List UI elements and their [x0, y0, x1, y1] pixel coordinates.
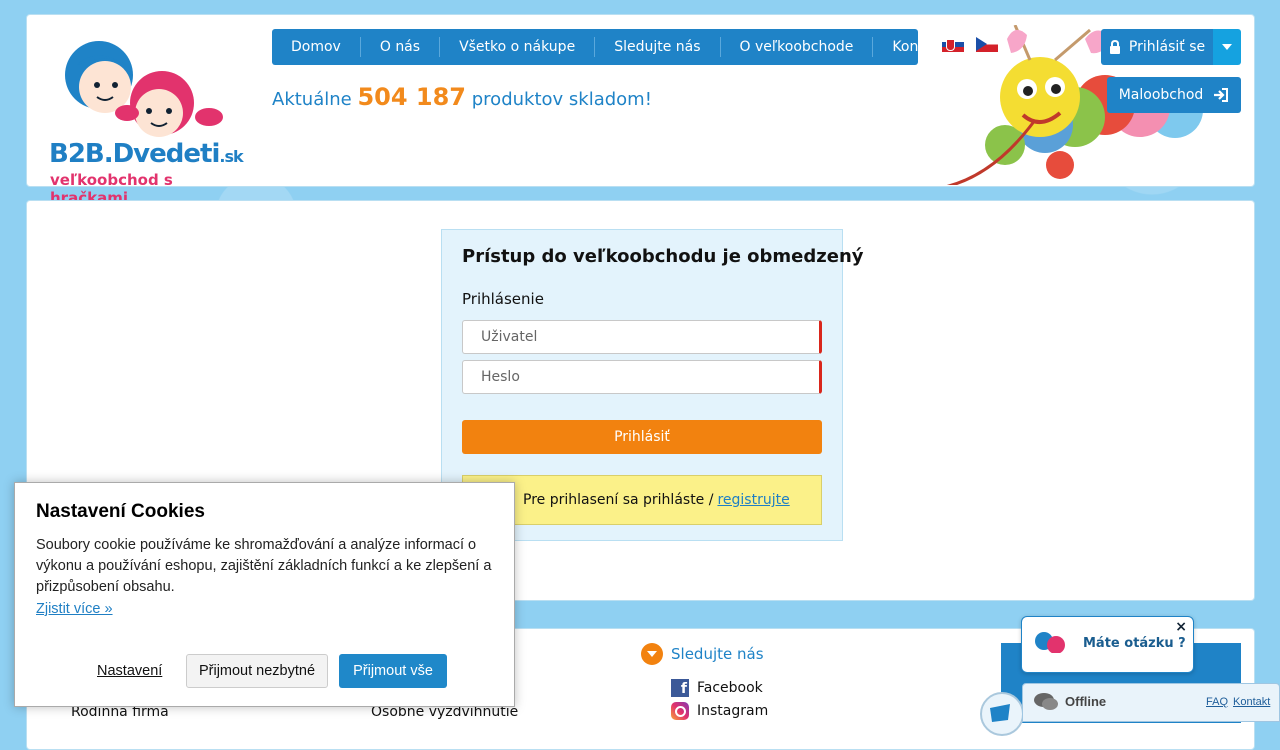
chevron-down-icon: [641, 643, 663, 665]
login-subtitle: Prihlásenie: [462, 290, 544, 308]
notice-text: Pre prihlasení sa prihláste /: [523, 492, 714, 508]
instagram-label: Instagram: [697, 703, 769, 719]
password-input[interactable]: [462, 360, 822, 394]
nav-item-sledujte-nas[interactable]: Sledujte nás: [595, 37, 721, 57]
caret-down-icon: [1222, 44, 1232, 50]
facebook-icon: f: [671, 679, 689, 697]
cookie-text: Soubory cookie používáme ke shromažďován…: [36, 537, 492, 595]
cookie-accept-necessary-button[interactable]: Přijmout nezbytné: [186, 654, 328, 688]
chat-bubbles-icon: [1034, 693, 1058, 710]
retail-button-label: Maloobchod: [1118, 87, 1204, 103]
chat-prompt-bubble[interactable]: Máte otázku ? ×: [1021, 616, 1194, 673]
site-logo[interactable]: B2B.Dvedeti.sk veľkoobchod s hračkami: [37, 25, 247, 207]
facebook-label: Facebook: [697, 680, 763, 696]
username-input[interactable]: [462, 320, 822, 354]
instagram-link[interactable]: Instagram: [671, 702, 768, 720]
registration-notice: Pre prihlasení sa prihláste / registrujt…: [462, 475, 822, 525]
main-nav: Domov O nás Všetko o nákupe Sledujte nás…: [272, 29, 954, 65]
stock-counter: Aktuálne 504 187 produktov skladom!: [272, 83, 652, 111]
lock-icon: [1109, 40, 1120, 54]
cookie-title: Nastavení Cookies: [36, 501, 205, 522]
stock-suffix: produktov skladom!: [471, 89, 652, 110]
chat-faq-link[interactable]: FAQ: [1206, 696, 1228, 708]
cookie-settings-link[interactable]: Nastavení: [97, 663, 162, 679]
logo-wordmark: B2B.Dvedeti.sk: [49, 139, 244, 169]
chat-logo-icon: [1030, 632, 1074, 662]
chat-status-bar[interactable]: Offline FAQ Kontakt: [1022, 683, 1280, 722]
cookie-more-link[interactable]: Zjistit více »: [36, 601, 113, 617]
chat-status: Offline: [1065, 694, 1107, 709]
login-button[interactable]: Prihlásiť se: [1101, 29, 1213, 65]
stock-count: 504 187: [357, 83, 467, 111]
mail-icon[interactable]: [980, 692, 1024, 736]
nav-item-vsetko-o-nakupe[interactable]: Všetko o nákupe: [440, 37, 596, 57]
instagram-icon: [671, 702, 689, 720]
retail-button[interactable]: Maloobchod: [1107, 77, 1241, 113]
nav-item-o-velkoobchode[interactable]: O veľkoobchode: [721, 37, 874, 57]
register-link[interactable]: registrujte: [717, 492, 789, 508]
kids-logo-icon: [65, 41, 223, 137]
nav-item-o-nas[interactable]: O nás: [361, 37, 441, 57]
stock-prefix: Aktuálne: [272, 89, 352, 110]
footer-follow-title: Sledujte nás: [671, 645, 764, 663]
login-button-group: Prihlásiť se: [1101, 29, 1241, 65]
login-title: Prístup do veľkoobchodu je obmedzený: [462, 246, 864, 267]
cookie-accept-all-button[interactable]: Přijmout vše: [339, 654, 447, 688]
login-button-label: Prihlásiť se: [1128, 39, 1206, 55]
chat-contact-link[interactable]: Kontakt: [1233, 696, 1270, 708]
login-submit-button[interactable]: Prihlásiť: [462, 420, 822, 454]
footer-follow-heading: Sledujte nás: [641, 643, 764, 665]
nav-item-domov[interactable]: Domov: [272, 37, 361, 57]
site-header: B2B.Dvedeti.sk veľkoobchod s hračkami Do…: [26, 14, 1255, 207]
sign-in-icon: [1214, 88, 1229, 102]
close-icon[interactable]: ×: [1175, 619, 1187, 635]
login-dropdown-toggle[interactable]: [1213, 29, 1241, 65]
facebook-link[interactable]: f Facebook: [671, 679, 763, 697]
cookie-consent-dialog: Nastavení Cookies Soubory cookie používá…: [14, 482, 515, 707]
chat-question: Máte otázku ?: [1083, 636, 1186, 651]
